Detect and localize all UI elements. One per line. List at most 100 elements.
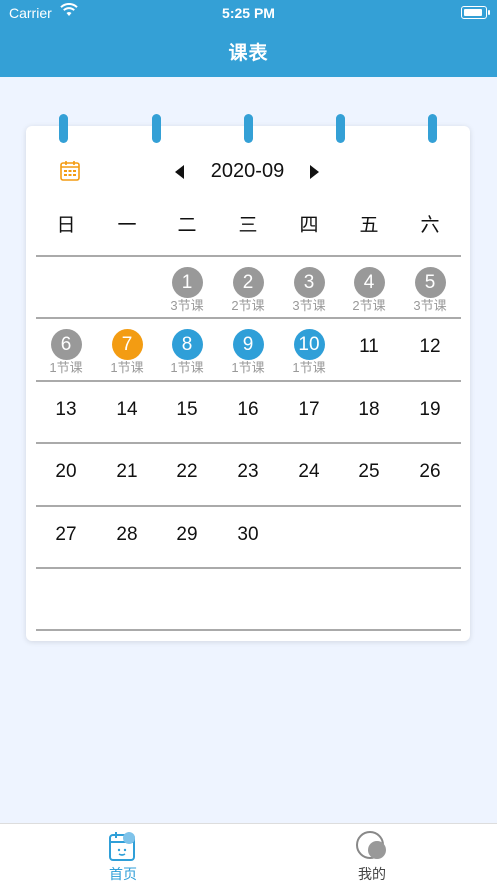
- day-cell[interactable]: 20: [36, 444, 96, 504]
- month-label: 2020-09: [210, 160, 285, 182]
- weekday-header: 六: [420, 215, 440, 236]
- day-cell[interactable]: 5 3节课: [400, 257, 460, 317]
- day-cell[interactable]: 8 1节课: [157, 319, 217, 379]
- home-tab-icon: [108, 830, 138, 867]
- profile-tab-icon: [355, 830, 389, 867]
- binder-ring-decoration: [59, 114, 68, 143]
- day-cell[interactable]: 16: [218, 382, 278, 442]
- next-month-button[interactable]: [304, 160, 324, 184]
- day-cell[interactable]: 23: [218, 444, 278, 504]
- day-number: 6: [50, 329, 82, 360]
- day-cell[interactable]: 24: [279, 444, 339, 504]
- day-number: 22: [176, 461, 198, 482]
- day-number: 1: [171, 267, 203, 298]
- tab-mine-label: 我的: [358, 866, 386, 882]
- day-number: 5: [414, 267, 446, 298]
- prev-month-button[interactable]: [170, 160, 190, 184]
- weekday-header: 五: [359, 215, 379, 236]
- day-number: 17: [298, 399, 320, 420]
- class-count-label: 2节课: [231, 298, 265, 313]
- battery-icon: [461, 6, 490, 19]
- day-cell[interactable]: 28: [97, 507, 157, 567]
- weekday-header: 二: [177, 215, 197, 236]
- day-cell[interactable]: 17: [279, 382, 339, 442]
- day-cell[interactable]: 9 1节课: [218, 319, 278, 379]
- status-bar: Carrier 5:25 PM: [0, 0, 497, 26]
- day-cell[interactable]: 14: [97, 382, 157, 442]
- day-cell[interactable]: 29: [157, 507, 217, 567]
- weekday-header: 四: [299, 215, 319, 236]
- day-number: 9: [232, 329, 264, 360]
- day-number: 7: [111, 329, 143, 360]
- day-number: 11: [359, 336, 379, 357]
- class-count-label: 2节课: [352, 298, 386, 313]
- class-count-label: 1节课: [292, 360, 326, 375]
- class-count-label: 3节课: [170, 298, 204, 313]
- tab-mine[interactable]: 我的: [312, 824, 432, 884]
- status-time: 5:25 PM: [222, 5, 275, 21]
- row-divider: [36, 567, 461, 569]
- day-cell[interactable]: 21: [97, 444, 157, 504]
- day-number: 29: [176, 524, 198, 545]
- tab-bar: 首页 我的: [0, 823, 497, 884]
- page-title: 课表: [228, 43, 269, 64]
- binder-ring-decoration: [336, 114, 345, 143]
- weekday-header: 一: [117, 215, 137, 236]
- day-number: 2: [232, 267, 264, 298]
- day-number: 4: [353, 267, 385, 298]
- day-cell[interactable]: 26: [400, 444, 460, 504]
- day-cell[interactable]: 22: [157, 444, 217, 504]
- class-count-label: 1节课: [49, 360, 83, 375]
- binder-ring-decoration: [152, 114, 161, 143]
- day-number: 3: [293, 267, 325, 298]
- nav-header: Carrier 5:25 PM 课表: [0, 0, 497, 77]
- day-number: 15: [176, 399, 198, 420]
- weekday-header: 三: [238, 215, 258, 236]
- day-number: 30: [237, 524, 259, 545]
- day-cell[interactable]: 3 3节课: [279, 257, 339, 317]
- day-cell[interactable]: 2 2节课: [218, 257, 278, 317]
- class-count-label: 1节课: [110, 360, 144, 375]
- weekday-header: 日: [56, 215, 76, 236]
- day-cell[interactable]: 18: [339, 382, 399, 442]
- day-cell[interactable]: 19: [400, 382, 460, 442]
- day-number: 10: [293, 329, 325, 360]
- row-divider: [36, 629, 461, 631]
- day-cell[interactable]: 12: [400, 319, 460, 379]
- day-number: 13: [55, 399, 77, 420]
- day-cell[interactable]: 30: [218, 507, 278, 567]
- day-number: 25: [358, 461, 380, 482]
- day-cell[interactable]: 10 1节课: [279, 319, 339, 379]
- day-number: 27: [55, 524, 77, 545]
- day-number: 21: [116, 461, 138, 482]
- day-cell[interactable]: 4 2节课: [339, 257, 399, 317]
- tab-home-label: 首页: [109, 866, 137, 882]
- day-number: 12: [419, 336, 441, 357]
- day-number: 14: [116, 399, 138, 420]
- class-count-label: 3节课: [413, 298, 447, 313]
- day-cell[interactable]: 6 1节课: [36, 319, 96, 379]
- binder-ring-decoration: [244, 114, 253, 143]
- day-cell[interactable]: 25: [339, 444, 399, 504]
- class-count-label: 1节课: [231, 360, 265, 375]
- day-cell[interactable]: 11: [339, 319, 399, 379]
- day-number: 28: [116, 524, 138, 545]
- day-cell[interactable]: 15: [157, 382, 217, 442]
- day-number: 8: [171, 329, 203, 360]
- binder-ring-decoration: [428, 114, 437, 143]
- day-number: 18: [358, 399, 380, 420]
- day-number: 24: [298, 461, 320, 482]
- day-cell[interactable]: 7 1节课: [97, 319, 157, 379]
- day-cell[interactable]: 1 3节课: [157, 257, 217, 317]
- day-number: 16: [237, 399, 259, 420]
- day-number: 19: [419, 399, 441, 420]
- calendar-icon[interactable]: [60, 160, 80, 181]
- class-count-label: 3节课: [292, 298, 326, 313]
- class-count-label: 1节课: [170, 360, 204, 375]
- tab-home[interactable]: 首页: [63, 824, 183, 884]
- day-number: 23: [237, 461, 259, 482]
- day-cell[interactable]: 27: [36, 507, 96, 567]
- day-cell[interactable]: 13: [36, 382, 96, 442]
- day-number: 26: [419, 461, 441, 482]
- day-number: 20: [55, 461, 77, 482]
